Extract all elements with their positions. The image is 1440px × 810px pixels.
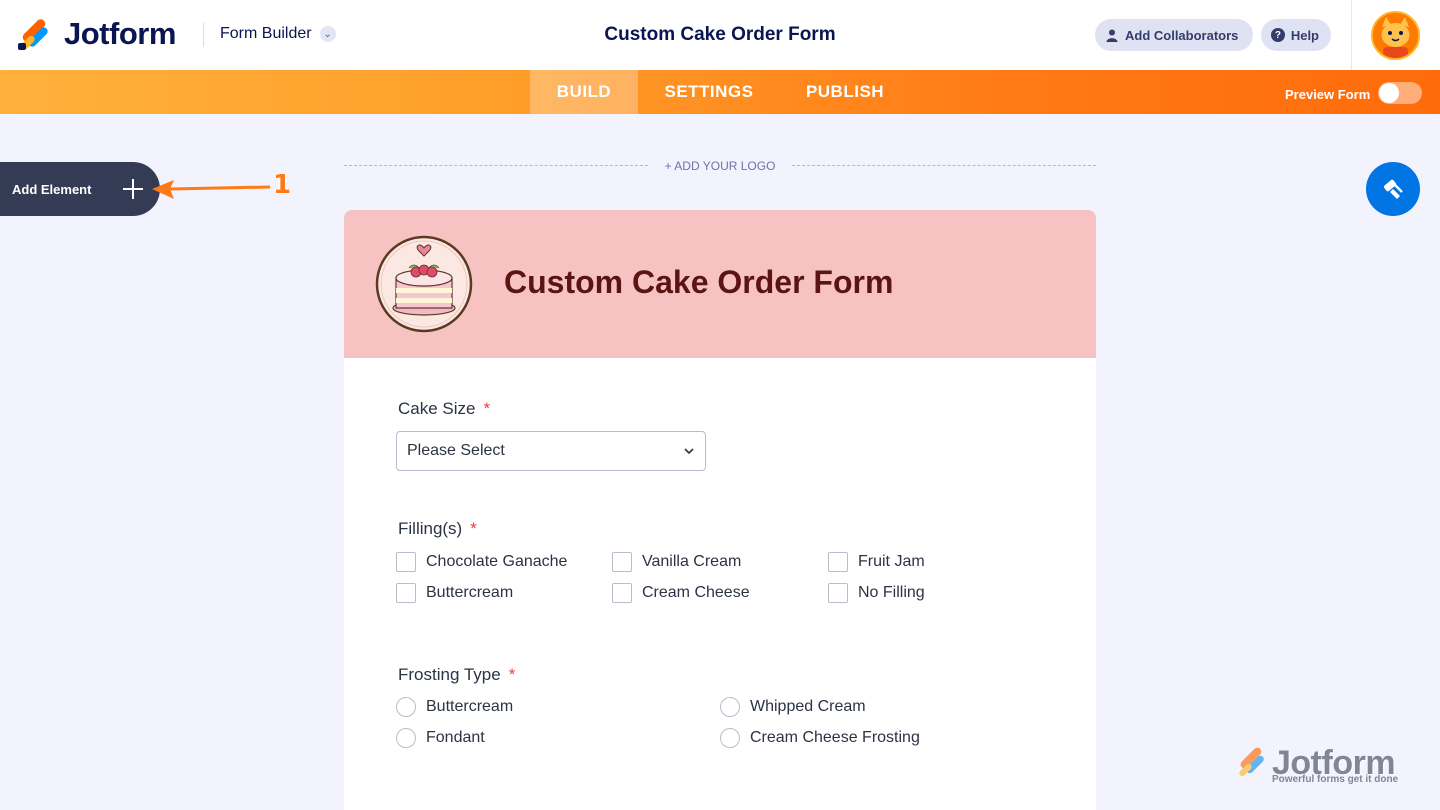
watermark-tagline: Powerful forms get it done <box>1272 774 1399 785</box>
required-mark: * <box>508 665 516 684</box>
frosting-option-label: Cream Cheese Frosting <box>750 729 920 746</box>
chevron-down-icon <box>684 448 694 455</box>
add-logo-link[interactable]: + ADD YOUR LOGO <box>648 159 792 173</box>
annotation-number: 1 <box>273 170 292 200</box>
frosting-label[interactable]: Frosting Type * <box>398 665 515 685</box>
header-divider-right <box>1351 0 1352 70</box>
form-title-text[interactable]: Custom Cake Order Form <box>604 24 835 45</box>
filling-option-label: Vanilla Cream <box>642 553 742 570</box>
preview-form-label: Preview Form <box>1285 86 1371 102</box>
frosting-option[interactable]: Buttercream <box>396 697 513 717</box>
filling-option-label: Cream Cheese <box>642 584 750 601</box>
form-card: Custom Cake Order Form Cake Size * Please… <box>344 210 1096 810</box>
top-header: Jotform Form Builder ⌄ Custom Cake Order… <box>0 0 1440 70</box>
required-mark: * <box>483 399 491 418</box>
filling-option[interactable]: Chocolate Ganache <box>396 552 567 572</box>
toggle-knob <box>1379 83 1400 103</box>
add-element-button[interactable]: Add Element <box>0 162 160 216</box>
help-label: Help <box>1290 27 1319 43</box>
user-icon <box>1105 28 1119 42</box>
cat-avatar-icon <box>1373 13 1418 58</box>
annotation-arrow-icon <box>152 180 271 199</box>
checkbox[interactable] <box>396 583 416 603</box>
radio-button[interactable] <box>720 697 740 717</box>
radio-button[interactable] <box>396 728 416 748</box>
checkbox[interactable] <box>612 552 632 572</box>
filling-option-label: Buttercream <box>426 584 514 601</box>
frosting-option[interactable]: Fondant <box>396 728 485 748</box>
fillings-label[interactable]: Filling(s) * <box>398 519 477 539</box>
checkbox[interactable] <box>396 552 416 572</box>
cake-size-select[interactable]: Please Select <box>396 431 706 471</box>
avatar[interactable] <box>1371 11 1420 60</box>
frosting-label-text: Frosting Type <box>398 665 501 684</box>
help-button[interactable]: ? Help <box>1261 19 1331 51</box>
frosting-option-label: Fondant <box>426 729 485 746</box>
checkbox[interactable] <box>828 552 848 572</box>
preview-form-toggle[interactable] <box>1378 82 1423 104</box>
jotform-watermark: Jotform Powerful forms get it done <box>1236 744 1416 789</box>
add-collaborators-button[interactable]: Add Collaborators <box>1095 19 1253 51</box>
tab-settings[interactable]: SETTINGS <box>638 70 780 114</box>
form-designer-button[interactable] <box>1366 162 1420 216</box>
jotform-watermark-icon <box>1236 745 1268 780</box>
filling-option[interactable]: Vanilla Cream <box>612 552 741 572</box>
filling-option-label: Fruit Jam <box>858 553 925 570</box>
checkbox[interactable] <box>612 583 632 603</box>
filling-option-label: No Filling <box>858 584 925 601</box>
cake-size-label[interactable]: Cake Size * <box>398 399 490 419</box>
filling-option[interactable]: Buttercream <box>396 583 513 603</box>
frosting-option-label: Whipped Cream <box>750 698 866 715</box>
brand-name: Jotform <box>64 16 176 51</box>
checkbox[interactable] <box>828 583 848 603</box>
cake-icon <box>375 235 473 333</box>
radio-button[interactable] <box>720 728 740 748</box>
builder-nav: BUILD SETTINGS PUBLISH Preview Form <box>0 70 1440 114</box>
help-icon: ? <box>1271 28 1285 42</box>
preview-form-toggle-group: Preview Form <box>1285 82 1423 104</box>
form-header[interactable]: Custom Cake Order Form <box>344 210 1096 358</box>
plus-icon <box>120 176 146 202</box>
required-mark: * <box>470 519 477 538</box>
form-builder-label: Form Builder <box>220 25 312 42</box>
chevron-down-icon: ⌄ <box>319 26 336 42</box>
tab-build[interactable]: BUILD <box>530 70 638 114</box>
cake-size-label-text: Cake Size <box>398 399 476 418</box>
filling-option-label: Chocolate Ganache <box>426 553 568 570</box>
header-divider <box>203 23 204 47</box>
frosting-option[interactable]: Cream Cheese Frosting <box>720 728 920 748</box>
filling-option[interactable]: Cream Cheese <box>612 583 750 603</box>
form-builder-menu[interactable]: Form Builder ⌄ <box>220 25 336 43</box>
fillings-label-text: Filling(s) <box>398 519 463 538</box>
radio-button[interactable] <box>396 697 416 717</box>
filling-option[interactable]: No Filling <box>828 583 925 603</box>
jotform-logo[interactable]: Jotform <box>18 16 176 52</box>
cake-size-placeholder: Please Select <box>407 442 505 459</box>
logo-line-left <box>344 165 648 166</box>
frosting-option[interactable]: Whipped Cream <box>720 697 866 717</box>
form-heading[interactable]: Custom Cake Order Form <box>504 264 893 301</box>
add-collaborators-label: Add Collaborators <box>1125 27 1239 43</box>
logo-line-right <box>792 165 1096 166</box>
jotform-logo-icon <box>18 17 50 51</box>
paint-roller-icon <box>1383 179 1403 199</box>
frosting-option-label: Buttercream <box>426 698 514 715</box>
add-element-label: Add Element <box>12 181 92 197</box>
filling-option[interactable]: Fruit Jam <box>828 552 925 572</box>
tab-publish[interactable]: PUBLISH <box>780 70 910 114</box>
